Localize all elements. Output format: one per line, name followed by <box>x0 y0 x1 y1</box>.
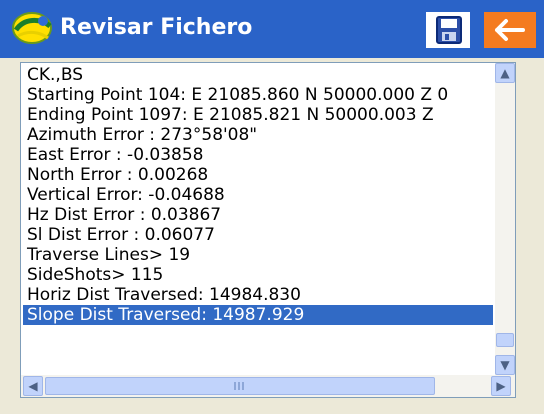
text-line[interactable]: East Error : -0.03858 <box>23 145 493 165</box>
text-line-selected[interactable]: Slope Dist Traversed: 14987.929 <box>23 305 493 325</box>
text-line[interactable]: Hz Dist Error : 0.03867 <box>23 205 493 225</box>
text-line[interactable]: Vertical Error: -0.04688 <box>23 185 493 205</box>
vertical-scrollbar[interactable]: ▲ ▼ <box>495 63 515 375</box>
text-line[interactable]: Sl Dist Error : 0.06077 <box>23 225 493 245</box>
content-area: CK.,BS Starting Point 104: E 21085.860 N… <box>0 58 544 414</box>
back-arrow-icon <box>495 19 525 41</box>
scroll-right-button[interactable]: ▶ <box>491 376 511 396</box>
text-line[interactable]: SideShots> 115 <box>23 265 493 285</box>
save-button[interactable] <box>426 12 470 48</box>
chevron-up-icon: ▲ <box>500 66 510 80</box>
save-icon <box>436 16 462 44</box>
text-line[interactable]: Ending Point 1097: E 21085.821 N 50000.0… <box>23 105 493 125</box>
title-bar: Revisar Fichero <box>0 0 544 58</box>
scroll-down-button[interactable]: ▼ <box>495 355 515 375</box>
file-text-view[interactable]: CK.,BS Starting Point 104: E 21085.860 N… <box>20 62 516 398</box>
text-line[interactable]: Starting Point 104: E 21085.860 N 50000.… <box>23 85 493 105</box>
text-line[interactable]: North Error : 0.00268 <box>23 165 493 185</box>
scroll-left-button[interactable]: ◀ <box>23 376 43 396</box>
text-line[interactable]: Traverse Lines> 19 <box>23 245 493 265</box>
chevron-right-icon: ▶ <box>496 379 506 393</box>
text-line[interactable]: Azimuth Error : 273°58'08" <box>23 125 493 145</box>
scroll-up-button[interactable]: ▲ <box>495 63 515 83</box>
vertical-scroll-thumb[interactable] <box>496 333 514 347</box>
text-line[interactable]: CK.,BS <box>23 65 493 85</box>
back-button[interactable] <box>484 12 536 48</box>
scroll-grip <box>234 382 246 390</box>
horizontal-scrollbar[interactable]: ◀ ▶ <box>21 375 515 397</box>
horizontal-scroll-thumb[interactable] <box>45 377 435 395</box>
chevron-down-icon: ▼ <box>500 358 510 372</box>
chevron-left-icon: ◀ <box>28 379 38 393</box>
text-line[interactable]: Horiz Dist Traversed: 14984.830 <box>23 285 493 305</box>
window-title: Revisar Fichero <box>60 15 253 40</box>
app-logo-icon <box>12 12 52 44</box>
text-lines: CK.,BS Starting Point 104: E 21085.860 N… <box>23 65 493 375</box>
